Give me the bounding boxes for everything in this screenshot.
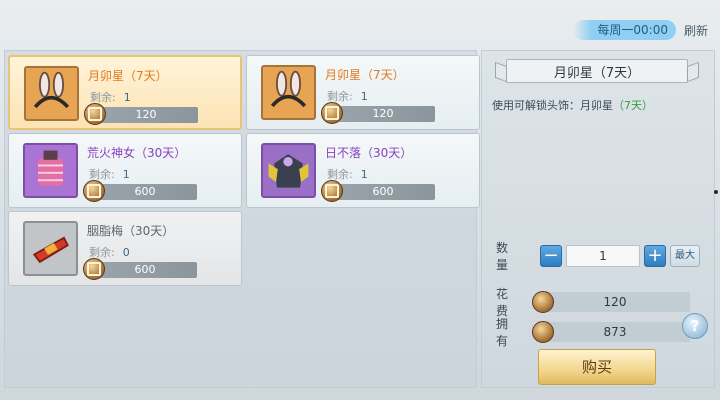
cost-value-bar: 120 [532,291,690,313]
refresh-time-badge: 每周一00:00 [573,20,676,40]
refresh-time-text: 每周一00:00 [597,23,668,37]
refresh-bar: 每周一00:00 刷新 [573,20,708,40]
cost-value: 120 [603,295,627,309]
quantity-row: 数 量 − 1 + 最大 [496,239,700,273]
currency-coin-icon [532,321,554,343]
description-duration: （7天） [613,99,653,112]
quantity-input[interactable]: 1 [566,245,640,267]
item-name: 月卯星（7天） [88,69,168,83]
detail-title: 月卯星（7天） [553,65,641,81]
item-price: 120 [94,107,198,123]
bunny-ears-headband-icon [24,66,79,121]
red-stamp-icon [23,221,78,276]
armor-outfit-icon [261,143,316,198]
currency-coin-icon [83,180,105,202]
item-card-yuemaoxing-1[interactable]: 月卯星（7天） 剩余: 1 120 [8,55,242,130]
item-detail-panel: 月卯星（7天） 使用可解锁头饰：月卯星（7天） 数 量 − 1 + 最大 花 费… [481,50,715,388]
currency-coin-icon [83,258,105,280]
bunny-ears-headband-icon [261,65,316,120]
item-card-huanghuo-shennv[interactable]: 荒火神女（30天） 剩余: 1 600 [8,133,242,208]
refresh-label: 刷新 [683,23,708,38]
currency-coin-icon [321,102,343,124]
remaining-value: 1 [122,168,130,181]
description-text: 使用可解锁头饰：月卯星 [492,99,613,112]
remaining-value: 1 [360,168,368,181]
pink-outfit-icon [23,143,78,198]
item-name: 荒火神女（30天） [87,146,187,160]
cost-row: 花 费 120 [496,285,690,319]
item-name: 月卯星（7天） [325,68,405,82]
help-icon[interactable]: ? [682,313,708,339]
owned-value-bar: 873 [532,321,690,343]
remaining-value: 1 [123,91,131,104]
owned-row: 拥 有 873 [496,315,690,349]
item-name: 胭脂梅（30天） [87,224,175,238]
detail-title-banner: 月卯星（7天） [506,59,688,83]
quantity-max-button[interactable]: 最大 [670,245,700,267]
currency-coin-icon [84,103,106,125]
currency-coin-icon [532,291,554,313]
quantity-label: 数 量 [496,241,515,272]
item-card-yuemaoxing-2[interactable]: 月卯星（7天） 剩余: 1 120 [246,55,480,130]
owned-value: 873 [603,325,627,339]
detail-description: 使用可解锁头饰：月卯星（7天） [492,97,653,113]
item-price: 600 [331,184,435,200]
remaining-value: 0 [122,246,130,259]
item-grid: 月卯星（7天） 剩余: 1 120 月卯星（7天） 剩余: 1 120 荒火神女（3… [4,50,480,388]
quantity-decrease-button[interactable]: − [540,245,562,267]
buy-button[interactable]: 购买 [538,349,656,385]
item-card-yanzhimei[interactable]: 胭脂梅（30天） 剩余: 0 600 [8,211,242,286]
currency-coin-icon [321,180,343,202]
item-price: 600 [93,262,197,278]
quantity-increase-button[interactable]: + [644,245,666,267]
edge-indicator-dot [714,190,718,194]
item-name: 日不落（30天） [325,146,413,160]
item-price: 600 [93,184,197,200]
item-price: 120 [331,106,435,122]
item-card-ribuluo[interactable]: 日不落（30天） 剩余: 1 600 [246,133,480,208]
remaining-value: 1 [360,90,368,103]
